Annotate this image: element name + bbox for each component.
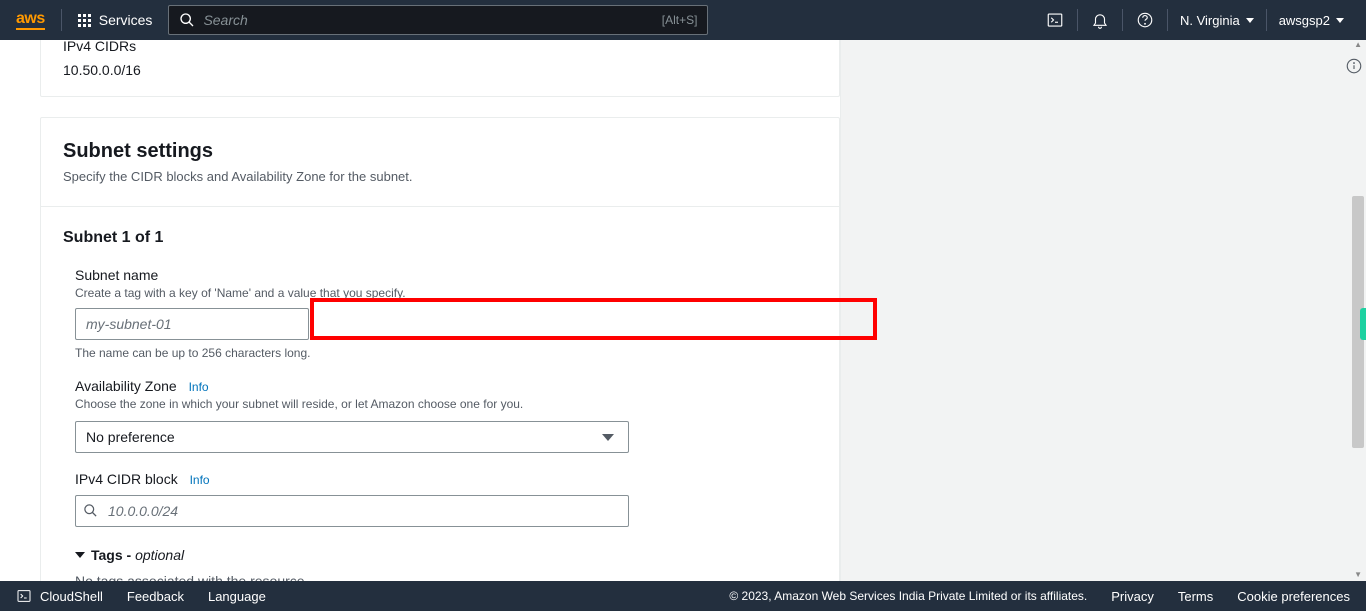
region-label: N. Virginia (1180, 13, 1240, 28)
footer: CloudShell Feedback Language © 2023, Ama… (0, 581, 1366, 611)
cookie-link[interactable]: Cookie preferences (1237, 589, 1350, 604)
ipv4-cidr-value: 10.50.0.0/16 (63, 62, 817, 78)
region-selector[interactable]: N. Virginia (1174, 13, 1260, 28)
cidr-info-link[interactable]: Info (190, 473, 210, 487)
subnet-name-field: Subnet name Create a tag with a key of '… (63, 267, 817, 360)
nav-divider (1167, 9, 1168, 31)
cidr-input[interactable] (75, 495, 629, 527)
account-selector[interactable]: awsgsp2 (1273, 13, 1350, 28)
caret-down-icon (602, 434, 614, 441)
subnet-settings-panel: Subnet settings Specify the CIDR blocks … (40, 117, 840, 581)
nav-divider (1077, 9, 1078, 31)
caret-down-icon (1336, 18, 1344, 23)
bell-icon (1091, 11, 1109, 29)
search-input[interactable] (203, 12, 653, 28)
main-content: IPv4 CIDRs 10.50.0.0/16 Subnet settings … (0, 40, 1366, 581)
ipv4-cidrs-label: IPv4 CIDRs (63, 40, 817, 54)
ipv4-cidr-field: IPv4 CIDR block Info (63, 471, 817, 527)
services-button[interactable]: Services (78, 12, 153, 28)
account-label: awsgsp2 (1279, 13, 1330, 28)
subnet-name-constraint: The name can be up to 256 characters lon… (75, 346, 817, 360)
cloudshell-icon-button[interactable] (1039, 4, 1071, 36)
tags-toggle[interactable]: Tags - optional (63, 547, 817, 563)
scroll-down-arrow[interactable]: ▼ (1354, 570, 1362, 579)
tags-empty-text: No tags associated with the resource. (63, 573, 817, 581)
search-icon (83, 503, 98, 521)
top-navigation: aws Services [Alt+S] N. Virginia awsgsp (0, 0, 1366, 40)
caret-down-icon (75, 552, 85, 558)
caret-down-icon (1246, 18, 1254, 23)
az-info-link[interactable]: Info (189, 380, 209, 394)
feedback-tab[interactable] (1360, 308, 1366, 340)
info-icon (1345, 57, 1363, 75)
help-button[interactable] (1129, 4, 1161, 36)
subnet-settings-title: Subnet settings (63, 140, 817, 163)
cloudshell-button[interactable]: CloudShell (16, 588, 103, 604)
aws-logo[interactable]: aws (16, 11, 45, 30)
cidr-label: IPv4 CIDR block (75, 471, 178, 487)
nav-divider (1266, 9, 1267, 31)
subnet-settings-body: Subnet 1 of 1 Subnet name Create a tag w… (41, 207, 839, 581)
terminal-icon (16, 588, 32, 604)
copyright-text: © 2023, Amazon Web Services India Privat… (729, 589, 1087, 603)
subnet-counter: Subnet 1 of 1 (63, 229, 817, 247)
content-column: IPv4 CIDRs 10.50.0.0/16 Subnet settings … (0, 40, 840, 581)
tags-label: Tags - optional (91, 547, 184, 563)
privacy-link[interactable]: Privacy (1111, 589, 1154, 604)
cloudshell-label: CloudShell (40, 589, 103, 604)
notifications-button[interactable] (1084, 4, 1116, 36)
az-select[interactable]: No preference (75, 421, 629, 453)
az-label: Availability Zone (75, 378, 177, 394)
services-label: Services (99, 12, 153, 28)
language-link[interactable]: Language (208, 589, 266, 604)
search-icon (179, 12, 195, 28)
scrollbar-track[interactable] (1352, 46, 1364, 448)
subnet-settings-header: Subnet settings Specify the CIDR blocks … (41, 118, 839, 207)
subnet-name-help: Create a tag with a key of 'Name' and a … (75, 286, 817, 300)
az-help: Choose the zone in which your subnet wil… (75, 397, 817, 411)
info-panel-toggle[interactable] (1342, 54, 1366, 78)
nav-divider (61, 9, 62, 31)
nav-divider (1122, 9, 1123, 31)
question-icon (1136, 11, 1154, 29)
terms-link[interactable]: Terms (1178, 589, 1213, 604)
availability-zone-field: Availability Zone Info Choose the zone i… (63, 378, 817, 453)
search-shortcut: [Alt+S] (662, 13, 698, 27)
services-grid-icon (78, 14, 91, 27)
terminal-icon (1046, 11, 1064, 29)
vpc-cidr-panel: IPv4 CIDRs 10.50.0.0/16 (40, 40, 840, 97)
az-select-value: No preference (86, 429, 175, 445)
subnet-settings-description: Specify the CIDR blocks and Availability… (63, 169, 817, 184)
search-bar[interactable]: [Alt+S] (168, 5, 708, 35)
feedback-link[interactable]: Feedback (127, 589, 184, 604)
side-column: ▲ ▼ (840, 40, 1366, 581)
subnet-name-input[interactable] (75, 308, 309, 340)
subnet-name-label: Subnet name (75, 267, 817, 283)
